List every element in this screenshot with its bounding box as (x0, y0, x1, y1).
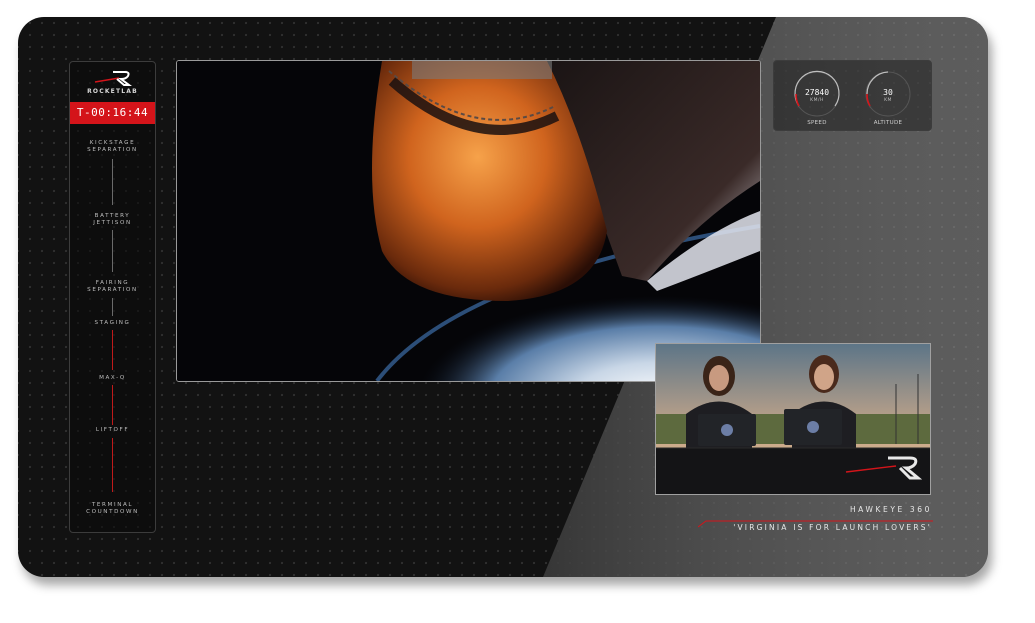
timeline-connector (112, 159, 113, 205)
timeline-event-kickstage-separation: KICKSTAGE SEPARATION (87, 140, 138, 153)
logo-wordmark: ROCKETLAB (87, 88, 138, 95)
altitude-gauge: 30 KM ALTITUDE (864, 70, 912, 126)
telemetry-panel: 27840 KM/H SPEED 30 KM ALTITUDE (773, 60, 932, 131)
broadcast-frame: ROCKETLAB T-00:16:44 KICKSTAGE SEPARATIO… (18, 17, 988, 577)
host-camera-image (656, 344, 930, 494)
timeline-connector-complete (112, 438, 113, 492)
mission-countdown-clock: T-00:16:44 (70, 102, 155, 124)
altitude-unit: KM (884, 98, 892, 103)
timeline-event-battery-jettison: BATTERY JETTISON (93, 213, 132, 226)
timeline-event-max-q: MAX-Q (99, 375, 126, 381)
rocketlab-logo: ROCKETLAB (70, 68, 155, 98)
timeline-connector (112, 230, 113, 272)
onboard-camera-image (177, 61, 760, 381)
mission-tagline: 'VIRGINIA IS FOR LAUNCH LOVERS' (733, 523, 932, 532)
altitude-value: 30 (883, 88, 893, 97)
timeline-event-liftoff: LIFTOFF (95, 427, 130, 433)
speed-value: 27840 (804, 88, 830, 97)
timeline-event-staging: STAGING (94, 320, 131, 326)
timeline-connector (112, 298, 113, 316)
timeline-event-fairing-separation: FAIRING SEPARATION (87, 280, 138, 293)
timeline-event-terminal-countdown: TERMINAL COUNTDOWN (86, 502, 139, 515)
speed-unit: KM/H (810, 98, 824, 103)
mission-name: HAWKEYE 360 (849, 505, 932, 514)
flight-timeline-panel: ROCKETLAB T-00:16:44 KICKSTAGE SEPARATIO… (69, 61, 156, 533)
altitude-label: ALTITUDE (873, 120, 903, 126)
timeline-connector-complete (112, 385, 113, 425)
timeline-connector-complete (112, 330, 113, 370)
speed-gauge: 27840 KM/H SPEED (793, 70, 841, 126)
speed-label: SPEED (807, 120, 827, 126)
host-camera-feed (655, 343, 931, 495)
onboard-camera-feed (176, 60, 761, 382)
rocketlab-r-logo-icon (94, 71, 132, 86)
